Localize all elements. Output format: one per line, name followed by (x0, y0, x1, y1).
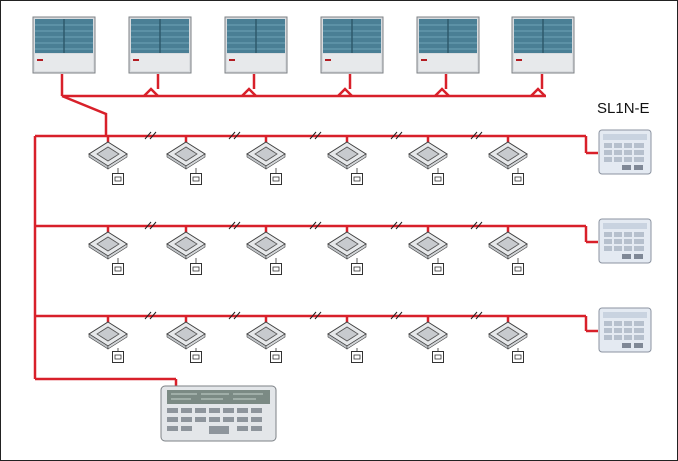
outdoor-unit (416, 16, 480, 74)
thermostat-icon (432, 263, 444, 275)
thermostat-icon (432, 173, 444, 185)
indoor-unit (166, 141, 206, 170)
diagram-frame: SL1N-E (0, 0, 678, 461)
thermostat-icon (432, 351, 444, 363)
outdoor-unit (511, 16, 575, 74)
thermostat-icon (270, 263, 282, 275)
indoor-unit (327, 321, 367, 350)
thermostat-icon (112, 173, 124, 185)
indoor-row-2 (88, 231, 528, 275)
indoor-row-1 (88, 141, 528, 185)
thermostat-icon (112, 351, 124, 363)
outdoor-unit (320, 16, 384, 74)
thermostat-icon (270, 351, 282, 363)
thermostat-icon (112, 263, 124, 275)
thermostat-icon (512, 263, 524, 275)
indoor-unit (408, 141, 448, 170)
indoor-unit (88, 141, 128, 170)
indoor-unit (246, 141, 286, 170)
remote-controller-label: SL1N-E (597, 100, 650, 117)
central-controller-icon (160, 385, 277, 442)
thermostat-icon (270, 173, 282, 185)
remote-controller-icon (598, 129, 652, 175)
thermostat-icon (512, 173, 524, 185)
indoor-unit (166, 321, 206, 350)
indoor-unit (488, 141, 528, 170)
indoor-unit (327, 231, 367, 260)
indoor-row-3 (88, 321, 528, 363)
indoor-unit (246, 321, 286, 350)
thermostat-icon (190, 173, 202, 185)
thermostat-icon (351, 263, 363, 275)
indoor-unit (88, 321, 128, 350)
outdoor-unit (128, 16, 192, 74)
indoor-unit (88, 231, 128, 260)
indoor-unit (246, 231, 286, 260)
outdoor-unit (32, 16, 96, 74)
outdoor-unit (224, 16, 288, 74)
indoor-unit (408, 321, 448, 350)
indoor-unit (327, 141, 367, 170)
indoor-unit (166, 231, 206, 260)
thermostat-icon (190, 351, 202, 363)
indoor-unit (408, 231, 448, 260)
remote-controller-icon (598, 218, 652, 264)
indoor-unit (488, 231, 528, 260)
system-diagram (32, 16, 652, 442)
thermostat-icon (512, 351, 524, 363)
remote-controller-icon (598, 307, 652, 353)
thermostat-icon (190, 263, 202, 275)
thermostat-icon (351, 173, 363, 185)
remote-controllers (598, 129, 652, 353)
indoor-unit (488, 321, 528, 350)
outdoor-units (32, 16, 575, 74)
thermostat-icon (351, 351, 363, 363)
